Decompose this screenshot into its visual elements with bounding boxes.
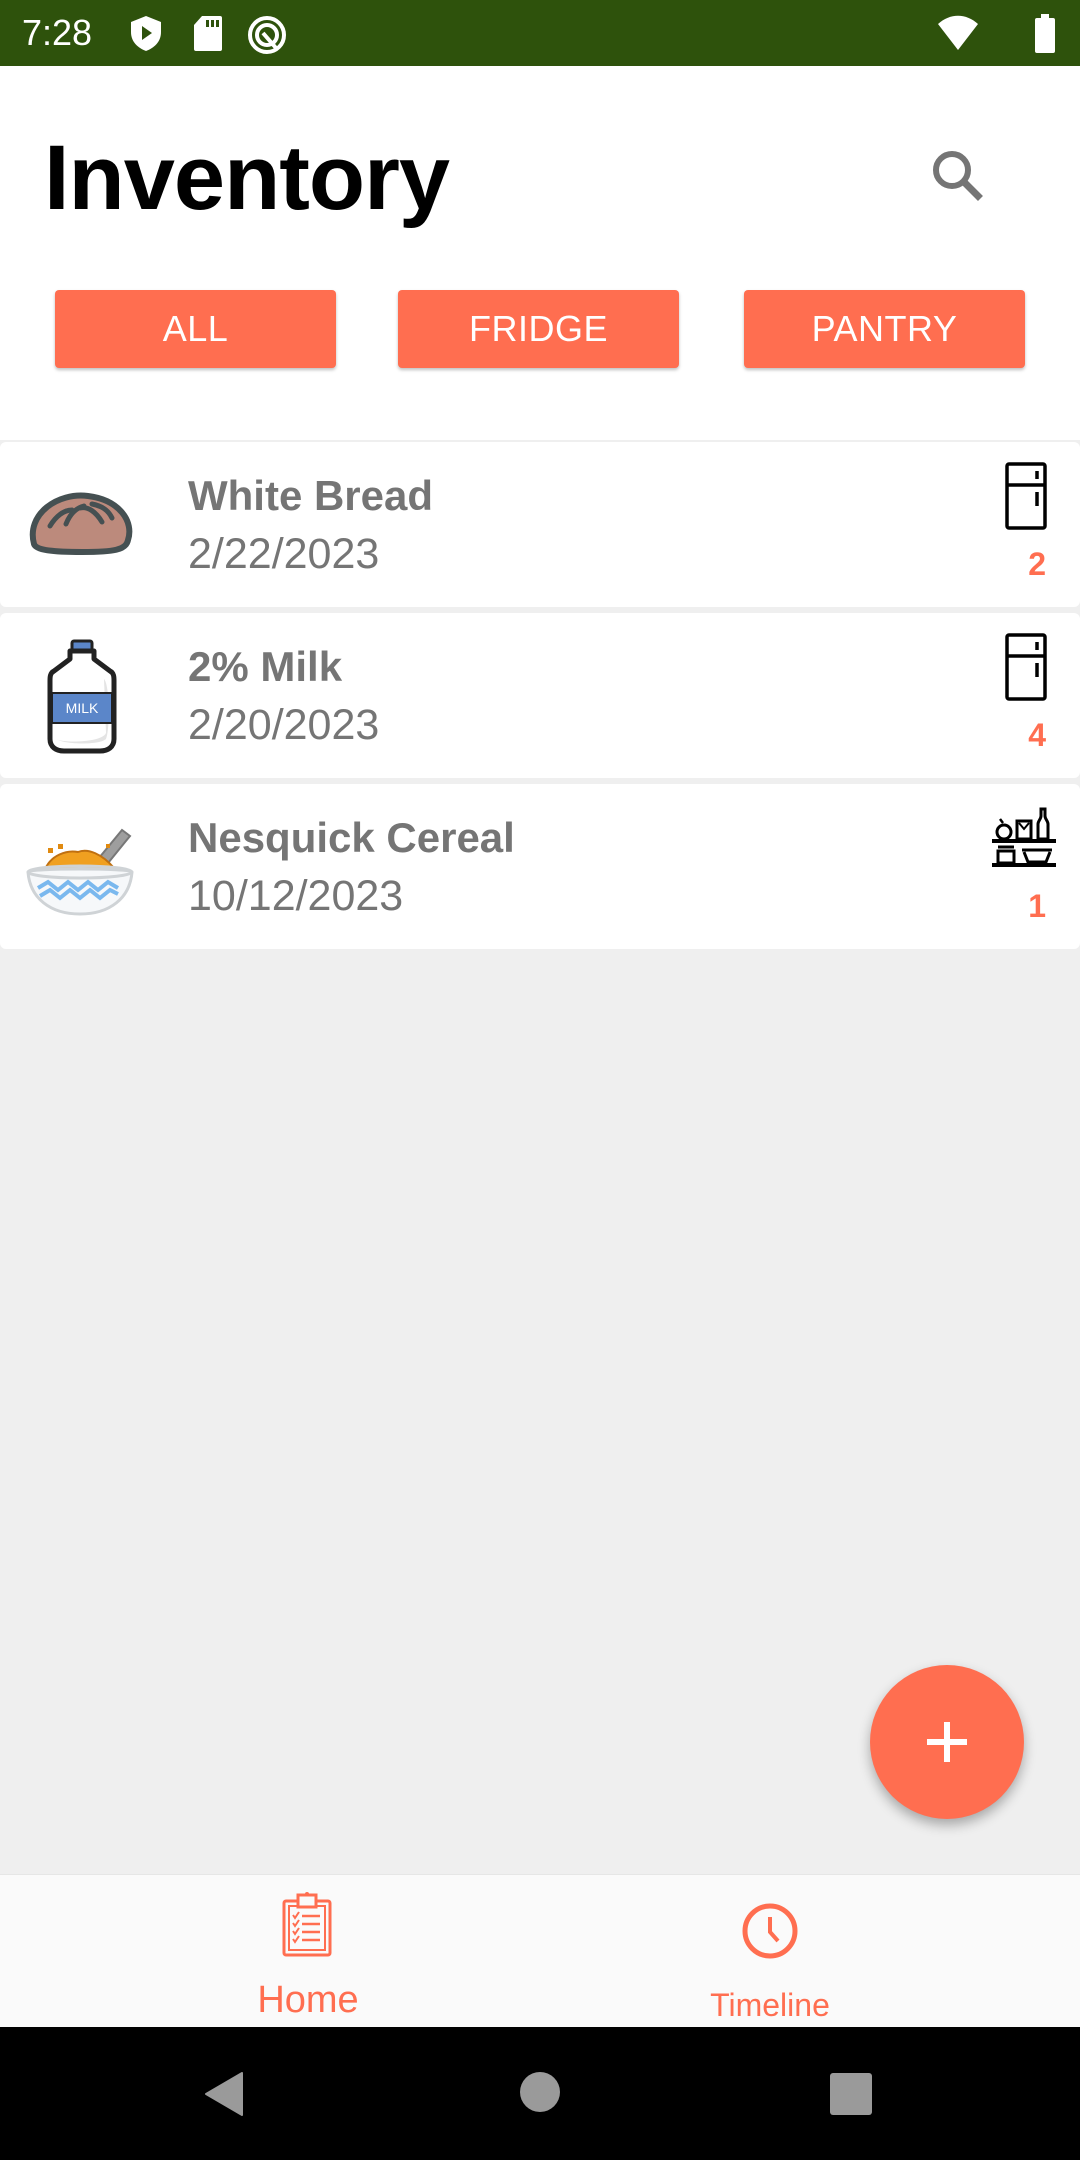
item-date: 2/20/2023 — [188, 701, 380, 749]
milk-icon: MILK — [22, 635, 142, 755]
inventory-item[interactable]: White Bread 2/22/2023 2 — [0, 442, 1080, 607]
search-button[interactable] — [920, 136, 1000, 216]
nav-timeline-label: Timeline — [710, 1987, 830, 2023]
nav-home[interactable]: Home — [158, 1875, 458, 2028]
add-item-button[interactable] — [870, 1665, 1024, 1819]
item-date: 2/22/2023 — [188, 530, 380, 578]
home-circle-icon — [520, 2072, 560, 2112]
pantry-shelf-icon — [990, 804, 1060, 874]
recents-button[interactable] — [830, 2073, 872, 2120]
status-time: 7:28 — [22, 12, 93, 53]
sync-icon — [246, 14, 288, 61]
nav-home-label: Home — [257, 1979, 359, 2021]
wifi-icon — [936, 14, 980, 57]
back-button[interactable] — [204, 2071, 244, 2122]
inventory-list: White Bread 2/22/2023 2 MILK 2% Milk 2/2… — [0, 442, 1080, 955]
milk-label: MILK — [66, 700, 99, 716]
search-icon — [933, 151, 983, 201]
item-quantity: 4 — [1028, 717, 1046, 753]
nav-timeline[interactable]: Timeline — [620, 1875, 920, 2028]
filter-fridge-button[interactable]: FRIDGE — [398, 290, 679, 368]
bread-icon — [22, 464, 142, 584]
header: Inventory ALL FRIDGE PANTRY — [0, 66, 1080, 440]
item-quantity: 2 — [1028, 546, 1046, 582]
inventory-item[interactable]: Nesquick Cereal 10/12/2023 1 — [0, 784, 1080, 949]
inventory-item[interactable]: MILK 2% Milk 2/20/2023 4 — [0, 613, 1080, 778]
status-bar: 7:28 — [0, 0, 1080, 66]
clock-icon — [742, 1903, 798, 1959]
item-name: White Bread — [188, 472, 434, 519]
filter-all-button[interactable]: ALL — [55, 290, 336, 368]
fridge-icon — [990, 462, 1060, 532]
item-quantity: 1 — [1028, 888, 1046, 924]
fridge-icon — [990, 633, 1060, 703]
item-date: 10/12/2023 — [188, 872, 404, 920]
battery-icon — [1034, 14, 1056, 59]
recents-icon — [830, 2073, 872, 2115]
home-button[interactable] — [519, 2071, 561, 2113]
sd-card-icon — [192, 14, 224, 57]
system-navigation-bar — [0, 2027, 1080, 2160]
back-icon — [205, 2072, 243, 2116]
plus-icon — [927, 1722, 967, 1762]
bottom-navigation: Home Timeline — [0, 1874, 1080, 2027]
cereal-bowl-icon — [22, 806, 142, 926]
item-name: Nesquick Cereal — [188, 814, 515, 861]
item-name: 2% Milk — [188, 643, 343, 690]
filter-pantry-button[interactable]: PANTRY — [744, 290, 1025, 368]
clipboard-icon — [282, 1892, 332, 1957]
page-title: Inventory — [44, 127, 450, 229]
play-protect-icon — [128, 14, 164, 57]
